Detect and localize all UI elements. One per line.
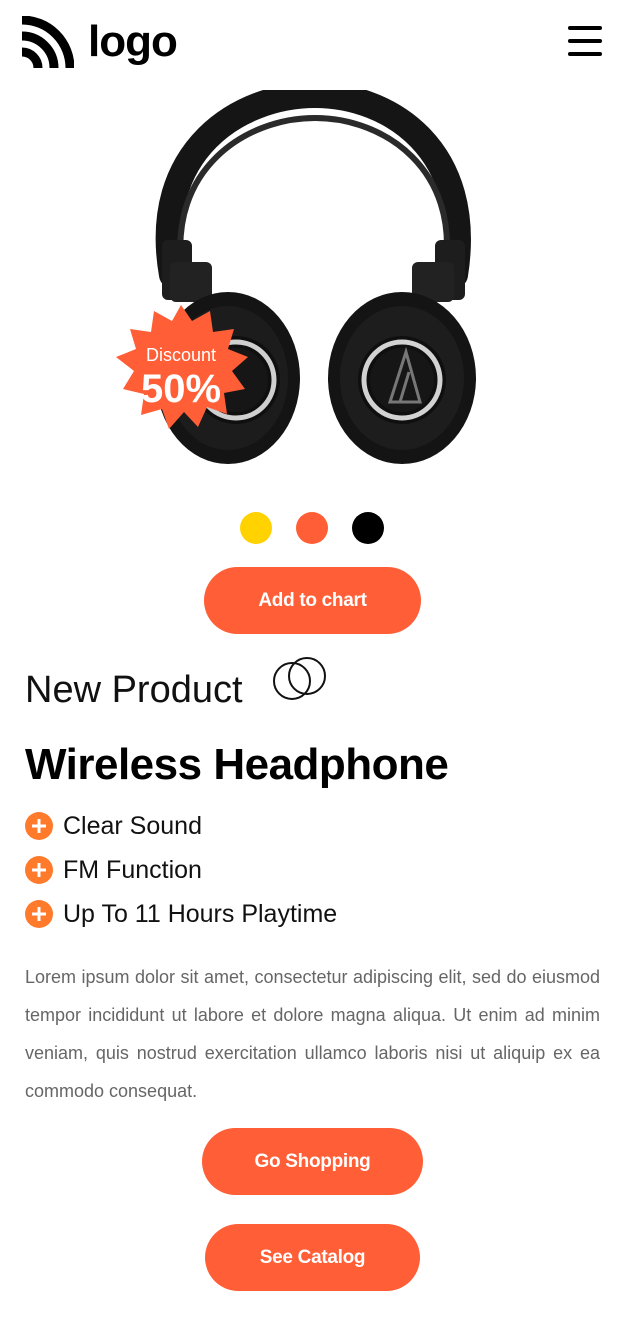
feature-text: Up To 11 Hours Playtime: [63, 899, 338, 928]
hamburger-menu-icon[interactable]: [568, 26, 608, 60]
logo-text[interactable]: logo: [88, 14, 178, 70]
discount-badge: Discount 50%: [114, 305, 248, 433]
new-product-eyebrow: New Product: [25, 669, 243, 711]
color-swatch-black[interactable]: [352, 512, 384, 544]
plus-circle-icon: [25, 856, 53, 884]
feature-item: FM Function: [25, 854, 202, 886]
plus-circle-icon: [25, 812, 53, 840]
go-shopping-button[interactable]: Go Shopping: [202, 1128, 423, 1195]
color-swatch-yellow[interactable]: [240, 512, 272, 544]
plus-circle-icon: [25, 900, 53, 928]
feature-text: FM Function: [63, 855, 202, 884]
discount-value: 50%: [140, 367, 222, 411]
logo-icon[interactable]: [18, 15, 75, 72]
feature-item: Up To 11 Hours Playtime: [25, 898, 337, 930]
color-swatch-orange[interactable]: [296, 512, 328, 544]
discount-label: Discount: [145, 345, 217, 365]
feature-item: Clear Sound: [25, 810, 202, 842]
see-catalog-button[interactable]: See Catalog: [205, 1224, 420, 1291]
product-description: Lorem ipsum dolor sit amet, consectetur …: [25, 967, 600, 1101]
feature-text: Clear Sound: [63, 811, 202, 840]
overlapping-rings-icon: [270, 656, 330, 702]
product-title: Wireless Headphone: [25, 740, 449, 789]
add-to-cart-button[interactable]: Add to chart: [204, 567, 421, 634]
